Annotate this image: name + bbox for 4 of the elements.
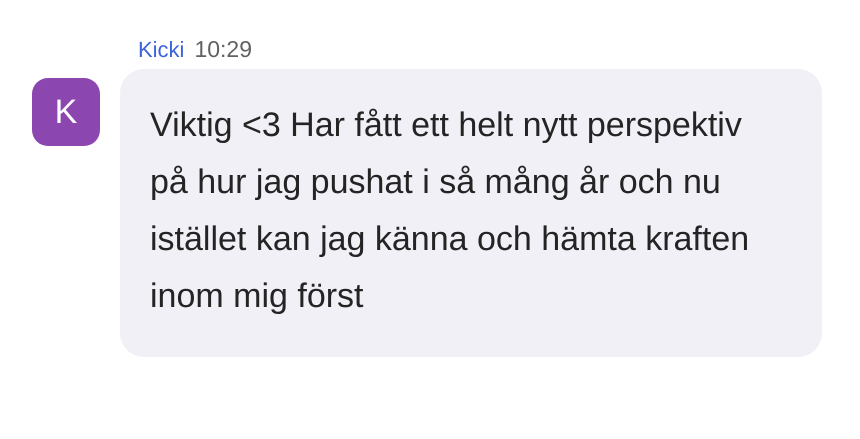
sender-name: Kicki [138, 37, 184, 63]
message-text: Viktig <3 Har fått ett helt nytt perspektiv på hur jag pushat i så mång år och nu istället kan jag känna och hämta kraften inom mig först [150, 105, 750, 317]
message-time: 10:29 [194, 36, 252, 63]
avatar: K [32, 78, 100, 146]
